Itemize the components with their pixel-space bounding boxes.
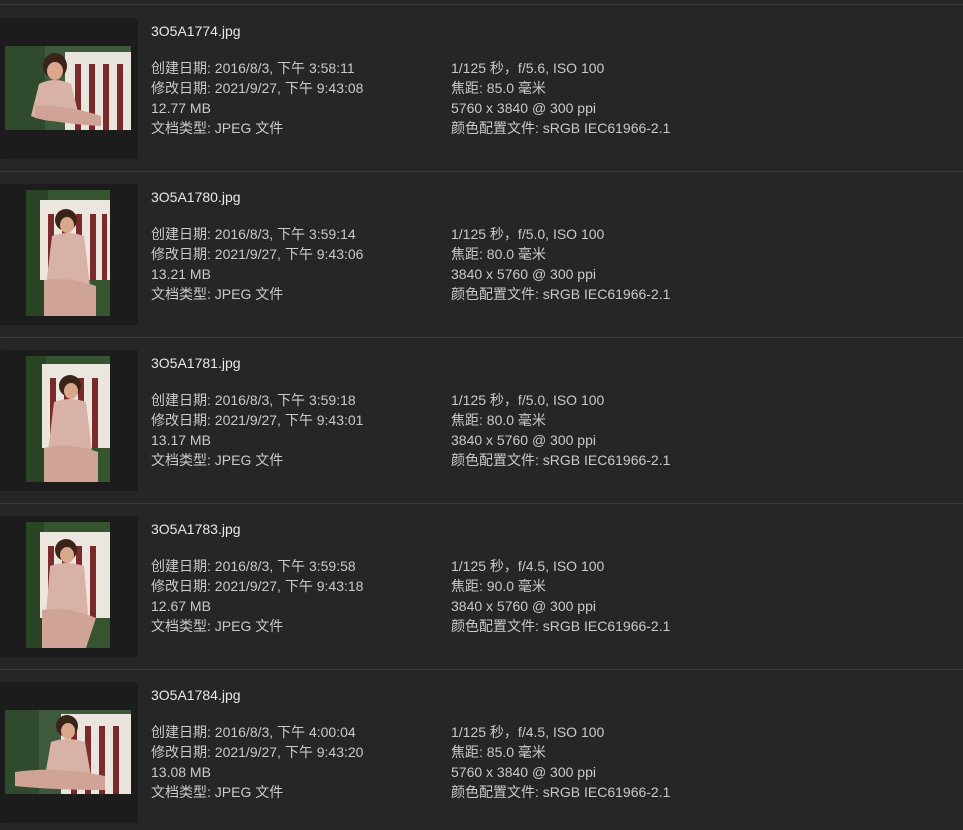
file-kind: 文档类型: JPEG 文件: [151, 784, 284, 800]
file-row[interactable]: 3O5A1781.jpg 创建日期: 2016/8/3, 下午 3:59:18 …: [0, 338, 963, 504]
file-info-right: 1/125 秒，f/5.0, ISO 100 焦距: 80.0 毫米 3840 …: [451, 390, 670, 470]
thumbnail-frame[interactable]: [0, 350, 138, 491]
pixel-dimensions: 3840 x 5760 @ 300 ppi: [451, 432, 596, 448]
modified-date: 修改日期: 2021/9/27, 下午 9:43:01: [151, 412, 364, 428]
photo-thumbnail[interactable]: [26, 356, 110, 482]
created-date: 创建日期: 2016/8/3, 下午 3:59:58: [151, 558, 356, 574]
pixel-dimensions: 5760 x 3840 @ 300 ppi: [451, 100, 596, 116]
file-size: 12.67 MB: [151, 598, 211, 614]
exposure-info: 1/125 秒，f/4.5, ISO 100: [451, 558, 605, 574]
focal-length: 焦距: 85.0 毫米: [451, 80, 546, 96]
modified-date: 修改日期: 2021/9/27, 下午 9:43:08: [151, 80, 364, 96]
exposure-info: 1/125 秒，f/4.5, ISO 100: [451, 724, 605, 740]
file-row[interactable]: 3O5A1774.jpg 创建日期: 2016/8/3, 下午 3:58:11 …: [0, 6, 963, 172]
file-info-right: 1/125 秒，f/5.6, ISO 100 焦距: 85.0 毫米 5760 …: [451, 58, 670, 138]
color-profile: 颜色配置文件: sRGB IEC61966-2.1: [451, 784, 671, 800]
divider: [0, 4, 963, 5]
file-size: 13.17 MB: [151, 432, 211, 448]
file-name[interactable]: 3O5A1774.jpg: [151, 23, 241, 39]
file-kind: 文档类型: JPEG 文件: [151, 286, 284, 302]
file-size: 13.21 MB: [151, 266, 211, 282]
file-info-right: 1/125 秒，f/4.5, ISO 100 焦距: 85.0 毫米 5760 …: [451, 722, 670, 802]
file-info-left: 创建日期: 2016/8/3, 下午 4:00:04 修改日期: 2021/9/…: [151, 722, 363, 802]
file-row[interactable]: 3O5A1784.jpg 创建日期: 2016/8/3, 下午 4:00:04 …: [0, 670, 963, 830]
file-info-right: 1/125 秒，f/5.0, ISO 100 焦距: 80.0 毫米 3840 …: [451, 224, 670, 304]
file-info-left: 创建日期: 2016/8/3, 下午 3:58:11 修改日期: 2021/9/…: [151, 58, 363, 138]
file-kind: 文档类型: JPEG 文件: [151, 120, 284, 136]
color-profile: 颜色配置文件: sRGB IEC61966-2.1: [451, 120, 671, 136]
file-info-right: 1/125 秒，f/4.5, ISO 100 焦距: 90.0 毫米 3840 …: [451, 556, 670, 636]
file-name[interactable]: 3O5A1783.jpg: [151, 521, 241, 537]
thumbnail-frame[interactable]: [0, 18, 138, 159]
pixel-dimensions: 3840 x 5760 @ 300 ppi: [451, 266, 596, 282]
modified-date: 修改日期: 2021/9/27, 下午 9:43:18: [151, 578, 364, 594]
file-size: 13.08 MB: [151, 764, 211, 780]
file-row[interactable]: 3O5A1780.jpg 创建日期: 2016/8/3, 下午 3:59:14 …: [0, 172, 963, 338]
file-list: 3O5A1774.jpg 创建日期: 2016/8/3, 下午 3:58:11 …: [0, 0, 963, 830]
focal-length: 焦距: 90.0 毫米: [451, 578, 546, 594]
modified-date: 修改日期: 2021/9/27, 下午 9:43:06: [151, 246, 364, 262]
thumbnail-frame[interactable]: [0, 516, 138, 657]
photo-thumbnail[interactable]: [26, 190, 110, 316]
file-info-left: 创建日期: 2016/8/3, 下午 3:59:18 修改日期: 2021/9/…: [151, 390, 363, 470]
color-profile: 颜色配置文件: sRGB IEC61966-2.1: [451, 286, 671, 302]
focal-length: 焦距: 85.0 毫米: [451, 744, 546, 760]
exposure-info: 1/125 秒，f/5.6, ISO 100: [451, 60, 605, 76]
file-size: 12.77 MB: [151, 100, 211, 116]
focal-length: 焦距: 80.0 毫米: [451, 246, 546, 262]
created-date: 创建日期: 2016/8/3, 下午 3:59:14: [151, 226, 356, 242]
photo-thumbnail[interactable]: [5, 710, 131, 794]
photo-thumbnail[interactable]: [26, 522, 110, 648]
color-profile: 颜色配置文件: sRGB IEC61966-2.1: [451, 452, 671, 468]
file-name[interactable]: 3O5A1781.jpg: [151, 355, 241, 371]
created-date: 创建日期: 2016/8/3, 下午 3:59:18: [151, 392, 356, 408]
exposure-info: 1/125 秒，f/5.0, ISO 100: [451, 392, 605, 408]
file-kind: 文档类型: JPEG 文件: [151, 618, 284, 634]
file-name[interactable]: 3O5A1784.jpg: [151, 687, 241, 703]
created-date: 创建日期: 2016/8/3, 下午 4:00:04: [151, 724, 356, 740]
pixel-dimensions: 3840 x 5760 @ 300 ppi: [451, 598, 596, 614]
file-info-left: 创建日期: 2016/8/3, 下午 3:59:58 修改日期: 2021/9/…: [151, 556, 363, 636]
modified-date: 修改日期: 2021/9/27, 下午 9:43:20: [151, 744, 364, 760]
file-kind: 文档类型: JPEG 文件: [151, 452, 284, 468]
focal-length: 焦距: 80.0 毫米: [451, 412, 546, 428]
pixel-dimensions: 5760 x 3840 @ 300 ppi: [451, 764, 596, 780]
thumbnail-frame[interactable]: [0, 184, 138, 325]
file-info-left: 创建日期: 2016/8/3, 下午 3:59:14 修改日期: 2021/9/…: [151, 224, 363, 304]
file-row[interactable]: 3O5A1783.jpg 创建日期: 2016/8/3, 下午 3:59:58 …: [0, 504, 963, 670]
file-name[interactable]: 3O5A1780.jpg: [151, 189, 241, 205]
created-date: 创建日期: 2016/8/3, 下午 3:58:11: [151, 60, 355, 76]
exposure-info: 1/125 秒，f/5.0, ISO 100: [451, 226, 605, 242]
color-profile: 颜色配置文件: sRGB IEC61966-2.1: [451, 618, 671, 634]
thumbnail-frame[interactable]: [0, 682, 138, 823]
photo-thumbnail[interactable]: [5, 46, 131, 130]
